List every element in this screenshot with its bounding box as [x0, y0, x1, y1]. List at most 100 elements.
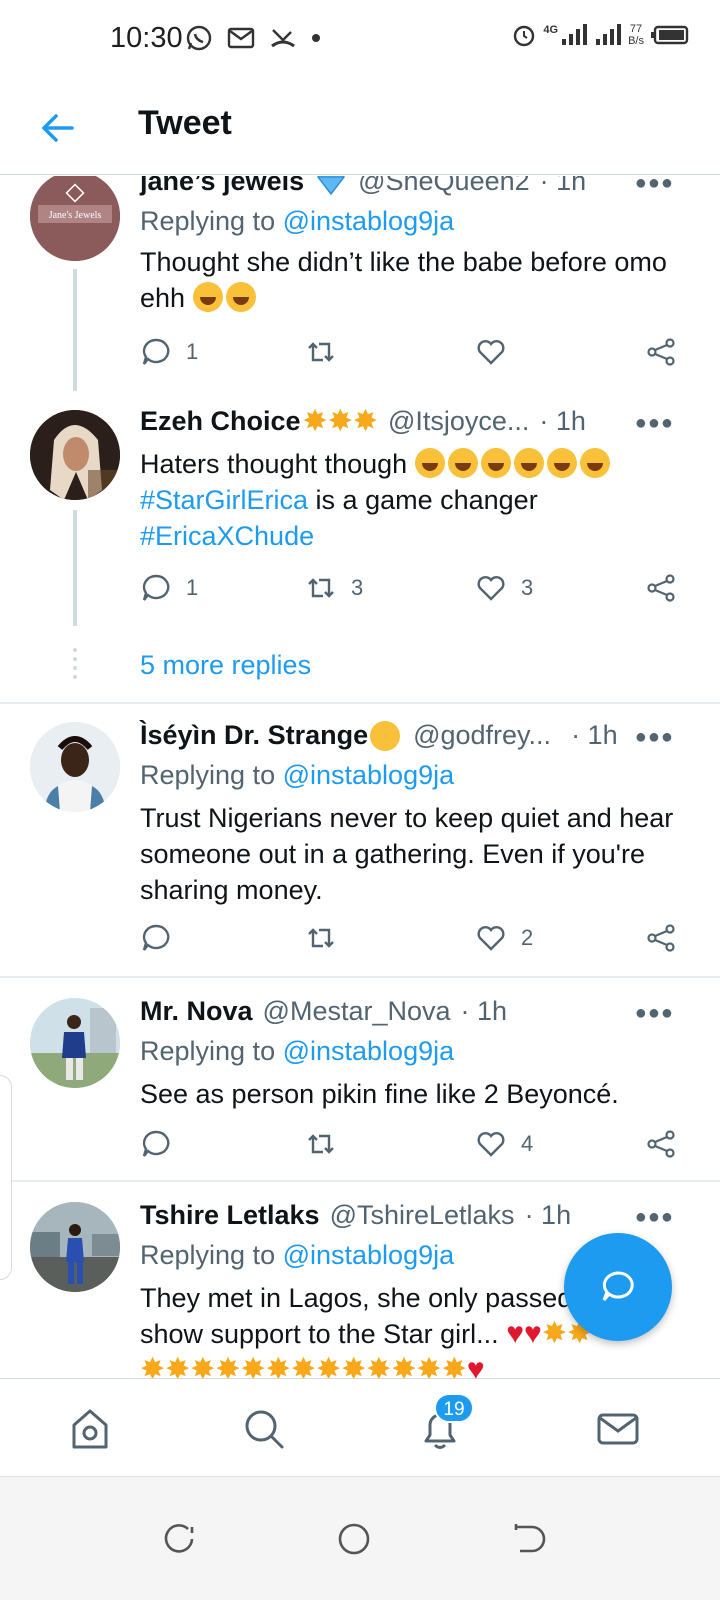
mention-link[interactable]: @instablog9ja	[283, 760, 455, 790]
avatar[interactable]	[30, 998, 120, 1088]
battery-icon	[651, 25, 689, 45]
like-count: 4	[521, 1131, 534, 1156]
avatar[interactable]	[30, 1202, 120, 1292]
tweet-header: jane’s jewels @SheQueen2 · 1h	[140, 176, 586, 197]
reply-button[interactable]	[140, 1128, 186, 1160]
retweet-button[interactable]	[305, 1128, 351, 1160]
signal-icon	[562, 24, 588, 45]
more-replies-link[interactable]: 5 more replies	[140, 650, 311, 681]
like-button[interactable]: 3	[475, 572, 533, 604]
avatar-photo	[30, 1202, 120, 1292]
hashtag-link[interactable]: #EricaXChude	[140, 521, 314, 551]
retweet-button[interactable]: 3	[305, 572, 363, 604]
author-handle[interactable]: @godfrey...	[413, 720, 551, 751]
bottom-navigation: 19	[0, 1378, 720, 1476]
tweet-item[interactable]: Mr. Nova @Mestar_Nova · 1h ●●● Replying …	[0, 996, 720, 1176]
alarm-icon	[514, 25, 535, 47]
replying-to: Replying to @instablog9ja	[140, 1036, 455, 1066]
home-button-icon[interactable]	[336, 1521, 372, 1557]
divider	[0, 976, 720, 978]
laughing-emoji	[192, 282, 223, 312]
share-button[interactable]	[645, 336, 677, 368]
share-icon	[647, 338, 675, 366]
tweet-text: Haters thought though #StarGirlErica is …	[140, 446, 695, 554]
tweet-actions: 4	[140, 1128, 685, 1168]
hugging-emoji	[370, 720, 401, 751]
missed-call-icon	[271, 29, 295, 48]
mention-link[interactable]: @instablog9ja	[283, 1036, 455, 1066]
tweet-time: · 1h	[460, 996, 508, 1026]
home-icon[interactable]	[66, 1405, 114, 1453]
whatsapp-icon	[186, 25, 212, 51]
like-button[interactable]	[475, 336, 521, 368]
more-options-icon[interactable]: ●●●	[635, 176, 674, 195]
author-name[interactable]: Tshire Letlaks	[140, 1200, 320, 1231]
tweet-item[interactable]: Ezeh Choice ✸ ✸ ✸ @Itsjoyce... · 1h ●●● Ha…	[0, 406, 720, 646]
laughing-emoji	[225, 282, 256, 312]
recent-apps-icon[interactable]	[162, 1521, 198, 1557]
tweet-feed[interactable]: Jane's Jewels jane’s jewels @SheQueen2 ·…	[0, 176, 720, 1406]
hashtag-link[interactable]: #StarGirlErica	[140, 485, 308, 515]
tweet-item[interactable]: Jane's Jewels jane’s jewels @SheQueen2 ·…	[0, 176, 720, 396]
messages-icon[interactable]	[594, 1405, 642, 1453]
tweet-header: Ezeh Choice ✸ ✸ ✸ @Itsjoyce... · 1h	[140, 406, 586, 437]
heart-icon	[477, 926, 505, 951]
tweet-time: · 1h	[524, 1200, 572, 1230]
avatar-photo	[30, 722, 120, 812]
more-options-icon[interactable]: ●●●	[635, 412, 674, 435]
share-button[interactable]	[645, 572, 677, 604]
share-button[interactable]	[645, 922, 677, 954]
replying-to: Replying to @instablog9ja	[140, 1240, 455, 1270]
reply-button[interactable]: 1	[140, 336, 198, 368]
author-name[interactable]: Mr. Nova	[140, 996, 253, 1027]
system-navigation-bar	[0, 1476, 720, 1600]
gmail-icon	[227, 27, 255, 49]
more-options-icon[interactable]: ●●●	[635, 1002, 674, 1025]
author-name[interactable]: Ezeh Choice	[140, 406, 301, 437]
svg-text:Jane's Jewels: Jane's Jewels	[49, 210, 102, 221]
like-button[interactable]: 2	[475, 922, 533, 954]
author-name[interactable]: jane’s jewels	[140, 176, 304, 197]
mention-link[interactable]: @instablog9ja	[283, 1240, 455, 1270]
heart-icon	[477, 1132, 505, 1157]
retweet-button[interactable]	[305, 336, 351, 368]
reply-button[interactable]: 1	[140, 572, 198, 604]
like-count: 3	[521, 575, 534, 600]
network-speed: 77 B/s	[628, 23, 644, 47]
share-button[interactable]	[645, 1128, 677, 1160]
retweet-button[interactable]	[305, 922, 351, 954]
signal-icon-2	[596, 24, 622, 45]
mention-link[interactable]: @instablog9ja	[283, 206, 455, 236]
tweet-item[interactable]: Ìséyìn Dr. Strange @godfrey... · 1h ●●● …	[0, 720, 720, 975]
back-button-icon[interactable]	[510, 1521, 546, 1557]
edge-panel-handle[interactable]	[0, 1075, 12, 1280]
retweet-icon	[308, 578, 334, 598]
tweet-text: See as person pikin fine like 2 Beyoncé.	[140, 1079, 619, 1109]
avatar[interactable]	[30, 722, 120, 812]
author-handle[interactable]: @SheQueen2	[358, 176, 530, 197]
reply-icon	[142, 338, 170, 365]
compose-reply-button[interactable]	[564, 1233, 672, 1341]
search-icon[interactable]	[240, 1405, 288, 1453]
share-icon	[647, 1130, 675, 1158]
like-button[interactable]: 4	[475, 1128, 533, 1160]
rofl-emoji	[546, 448, 577, 478]
retweet-icon	[308, 342, 334, 362]
author-handle[interactable]: @TshireLetlaks	[330, 1200, 515, 1231]
avatar[interactable]: Jane's Jewels	[30, 176, 120, 261]
avatar[interactable]	[30, 410, 120, 500]
more-options-icon[interactable]: ●●●	[635, 1206, 674, 1229]
back-arrow-icon[interactable]	[38, 108, 78, 148]
retweet-count: 3	[351, 575, 364, 600]
author-handle[interactable]: @Mestar_Nova	[263, 996, 451, 1027]
share-icon	[647, 924, 675, 952]
author-handle[interactable]: @Itsjoyce...	[388, 406, 529, 437]
status-bar: 10:30 4G 77 B/s	[0, 0, 720, 80]
heart-icon	[477, 340, 505, 365]
reply-button[interactable]	[140, 922, 186, 954]
more-options-icon[interactable]: ●●●	[635, 726, 674, 749]
tweet-time: · 1h	[571, 720, 618, 750]
like-count: 2	[521, 925, 534, 950]
tweet-time: · 1h	[539, 176, 587, 196]
author-name[interactable]: Ìséyìn Dr. Strange	[140, 720, 368, 751]
